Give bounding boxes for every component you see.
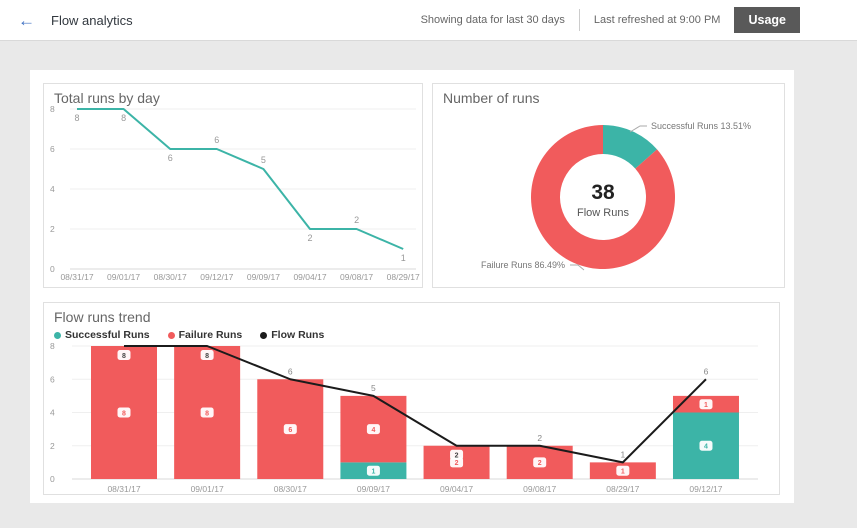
- x-axis-tick: 09/09/17: [247, 272, 280, 282]
- x-axis-tick: 09/12/17: [200, 272, 233, 282]
- number-of-runs-card-title: Number of runs: [443, 90, 539, 106]
- data-label-value: 8: [122, 353, 126, 360]
- data-label-value: 2: [455, 460, 459, 467]
- x-axis-tick: 09/01/17: [107, 272, 140, 282]
- y-axis-tick: 4: [50, 408, 55, 418]
- back-arrow-icon[interactable]: ←: [18, 12, 35, 29]
- data-label-value: 1: [621, 468, 625, 475]
- y-axis-tick: 2: [50, 224, 55, 234]
- data-label-value: 4: [704, 444, 708, 451]
- y-axis-tick: 8: [50, 341, 55, 351]
- header-divider: [579, 9, 580, 31]
- y-axis-tick: 0: [50, 474, 55, 484]
- x-axis-tick: 09/12/17: [689, 484, 722, 494]
- flow-runs-trend-card: 0 2 4 6 8 08/31/17 09/01/17 08/30/17 09/09/17 09/…: [43, 302, 780, 495]
- data-label-value: 4: [371, 427, 375, 434]
- flow-runs-trend-card-title: Flow runs trend: [54, 309, 150, 325]
- x-axis-tick: 09/08/17: [523, 484, 556, 494]
- x-axis-tick: 08/29/17: [387, 272, 420, 282]
- data-label-value: 8: [122, 410, 126, 417]
- point-data-label: 8: [121, 113, 126, 123]
- legend-label: Successful Runs: [65, 329, 150, 341]
- number-of-runs-card: 38 Flow Runs Successful Runs 13.51% Failure…: [432, 83, 785, 288]
- y-axis-tick: 2: [50, 441, 55, 451]
- point-data-label: 2: [307, 233, 312, 243]
- line-data-label: 6: [288, 366, 293, 376]
- line-data-label: 1: [620, 449, 625, 459]
- x-axis-tick: 09/04/17: [440, 484, 473, 494]
- legend-item-flow-runs[interactable]: Flow Runs: [260, 329, 324, 341]
- line-data-label: 2: [537, 433, 542, 443]
- dashboard-container: 0 2 4 6 8 08/31/17 09/01/17 08/30/17 09/12/17 09/…: [30, 70, 794, 503]
- total-runs-line-chart: 0 2 4 6 8 08/31/17 09/01/17 08/30/17 09/12/17 09/…: [44, 84, 422, 287]
- legend-label: Flow Runs: [271, 329, 324, 341]
- x-axis-tick: 08/30/17: [274, 484, 307, 494]
- point-data-label: 5: [261, 155, 266, 165]
- y-axis-tick: 0: [50, 264, 55, 274]
- successful-runs-callout: Successful Runs 13.51%: [651, 121, 751, 131]
- callout-line: [630, 126, 647, 132]
- point-data-label: 6: [214, 135, 219, 145]
- number-of-runs-donut-chart: 38 Flow Runs Successful Runs 13.51% Failure…: [433, 84, 784, 287]
- legend-label: Failure Runs: [179, 329, 243, 341]
- trend-legend: Successful Runs Failure Runs Flow Runs: [54, 329, 324, 341]
- x-axis-tick: 09/04/17: [293, 272, 326, 282]
- x-axis-tick: 08/31/17: [107, 484, 140, 494]
- total-runs-by-day-card: 0 2 4 6 8 08/31/17 09/01/17 08/30/17 09/12/17 09/…: [43, 83, 423, 288]
- y-axis-tick: 4: [50, 184, 55, 194]
- point-data-label: 6: [168, 153, 173, 163]
- data-label-value: 1: [704, 402, 708, 409]
- line-data-label: 6: [704, 366, 709, 376]
- header-bar: ← Flow analytics Showing data for last 3…: [0, 0, 857, 41]
- data-label-value: 8: [205, 353, 209, 360]
- legend-dot-icon: [260, 332, 267, 339]
- line-data-label: 5: [371, 383, 376, 393]
- last-refreshed-label: Last refreshed at 9:00 PM: [594, 14, 721, 26]
- page-title: Flow analytics: [51, 13, 133, 28]
- y-axis-tick: 6: [50, 374, 55, 384]
- donut-center-value: 38: [591, 181, 615, 204]
- x-axis-tick: 09/08/17: [340, 272, 373, 282]
- x-axis-tick: 08/30/17: [154, 272, 187, 282]
- data-label-value: 8: [205, 410, 209, 417]
- data-label-value: 6: [288, 427, 292, 434]
- legend-dot-icon: [168, 332, 175, 339]
- legend-item-successful-runs[interactable]: Successful Runs: [54, 329, 150, 341]
- data-label-value: 2: [538, 460, 542, 467]
- data-label-value: 2: [455, 453, 459, 460]
- x-axis-tick: 09/01/17: [191, 484, 224, 494]
- legend-dot-icon: [54, 332, 61, 339]
- showing-data-label: Showing data for last 30 days: [421, 14, 565, 26]
- point-data-label: 2: [354, 215, 359, 225]
- y-axis-tick: 6: [50, 144, 55, 154]
- failure-runs-callout: Failure Runs 86.49%: [481, 260, 565, 270]
- point-data-label: 8: [74, 113, 79, 123]
- usage-button[interactable]: Usage: [734, 7, 800, 33]
- data-label-value: 1: [371, 468, 375, 475]
- point-data-label: 1: [401, 253, 406, 263]
- total-runs-line[interactable]: [77, 109, 403, 249]
- donut-center-label: Flow Runs: [577, 207, 629, 219]
- x-axis-tick: 08/29/17: [606, 484, 639, 494]
- total-runs-card-title: Total runs by day: [54, 90, 160, 106]
- legend-item-failure-runs[interactable]: Failure Runs: [168, 329, 243, 341]
- x-axis-tick: 09/09/17: [357, 484, 390, 494]
- x-axis-tick: 08/31/17: [60, 272, 93, 282]
